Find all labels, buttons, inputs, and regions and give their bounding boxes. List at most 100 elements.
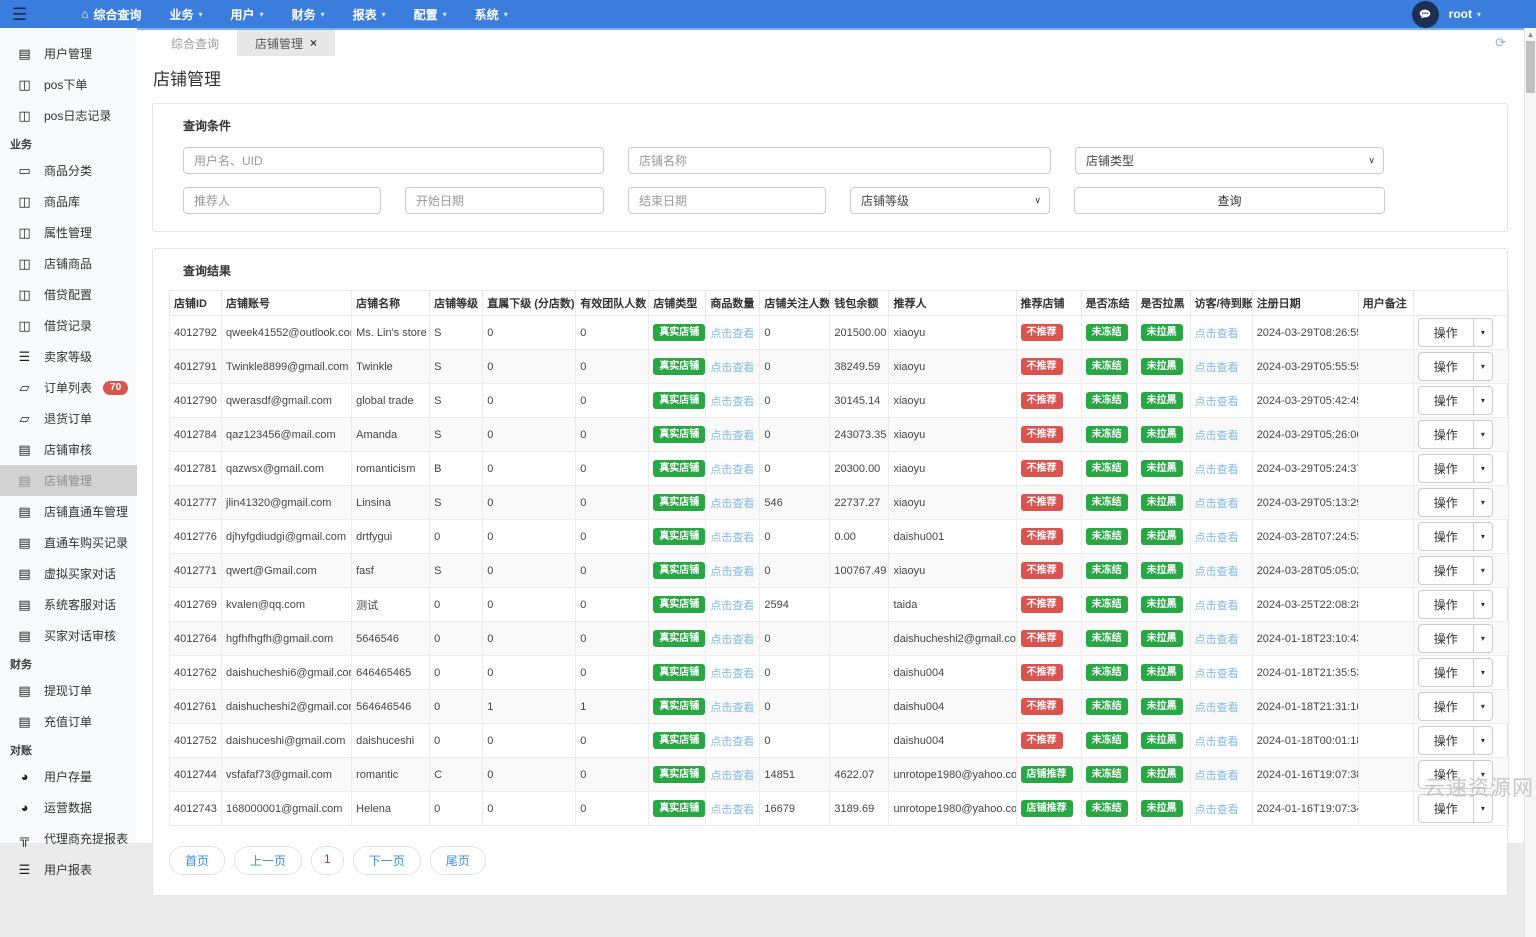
view-visitors-link[interactable]: 点击查看 [1195,770,1239,782]
nav-menu-item[interactable]: 财务 ▾ [278,0,339,28]
sidebar-item[interactable]: ◕ 用户存量 [0,761,137,792]
sidebar-item[interactable]: ▱ 退货订单 [0,403,137,434]
nav-menu-item[interactable]: 用户 ▾ [217,0,278,28]
view-visitors-link[interactable]: 点击查看 [1195,498,1239,510]
view-goods-link[interactable]: 点击查看 [710,498,754,510]
view-goods-link[interactable]: 点击查看 [710,362,754,374]
action-dropdown-button[interactable]: ▾ [1473,386,1493,415]
pagination-button[interactable]: 尾页 [430,846,486,875]
action-button[interactable]: 操作 [1418,488,1474,517]
nav-menu-item[interactable]: 业务 ▾ [156,0,217,28]
sidebar-item[interactable]: ◫ 借贷记录 [0,310,137,341]
pagination-button[interactable]: 上一页 [234,846,302,875]
content-tab[interactable]: 综合查询 [153,30,237,56]
view-visitors-link[interactable]: 点击查看 [1195,532,1239,544]
nav-menu-item[interactable]: 报表 ▾ [339,0,400,28]
sidebar-item[interactable]: ▤ 系统客服对话 [0,589,137,620]
nav-menu-item[interactable]: ⌂ 综合查询 [67,0,155,28]
action-dropdown-button[interactable]: ▾ [1473,692,1493,721]
view-visitors-link[interactable]: 点击查看 [1195,600,1239,612]
view-visitors-link[interactable]: 点击查看 [1195,668,1239,680]
sidebar-item[interactable]: ☰ 卖家等级 [0,341,137,372]
action-button[interactable]: 操作 [1418,386,1474,415]
username-uid-input[interactable] [183,147,604,174]
sidebar-item[interactable]: ◫ pos下单 [0,69,137,100]
view-goods-link[interactable]: 点击查看 [710,702,754,714]
action-button[interactable]: 操作 [1418,454,1474,483]
action-button[interactable]: 操作 [1418,726,1474,755]
action-dropdown-button[interactable]: ▾ [1473,556,1493,585]
action-dropdown-button[interactable]: ▾ [1473,590,1493,619]
sidebar-item[interactable]: ◫ 商品库 [0,186,137,217]
action-dropdown-button[interactable]: ▾ [1473,658,1493,687]
view-visitors-link[interactable]: 点击查看 [1195,362,1239,374]
view-visitors-link[interactable]: 点击查看 [1195,328,1239,340]
sidebar-item[interactable]: ▭ 商品分类 [0,155,137,186]
end-date-input[interactable] [628,187,826,214]
view-goods-link[interactable]: 点击查看 [710,736,754,748]
view-goods-link[interactable]: 点击查看 [710,600,754,612]
view-goods-link[interactable]: 点击查看 [710,634,754,646]
view-goods-link[interactable]: 点击查看 [710,566,754,578]
action-button[interactable]: 操作 [1418,556,1474,585]
pagination-button[interactable]: 首页 [169,846,225,875]
view-visitors-link[interactable]: 点击查看 [1195,634,1239,646]
sidebar-item[interactable]: ◫ pos日志记录 [0,100,137,131]
action-dropdown-button[interactable]: ▾ [1473,420,1493,449]
view-goods-link[interactable]: 点击查看 [710,396,754,408]
action-dropdown-button[interactable]: ▾ [1473,352,1493,381]
action-button[interactable]: 操作 [1418,590,1474,619]
view-goods-link[interactable]: 点击查看 [710,668,754,680]
view-goods-link[interactable]: 点击查看 [710,770,754,782]
close-icon[interactable]: × [310,36,317,50]
view-goods-link[interactable]: 点击查看 [710,328,754,340]
action-dropdown-button[interactable]: ▾ [1473,522,1493,551]
view-visitors-link[interactable]: 点击查看 [1195,430,1239,442]
action-dropdown-button[interactable]: ▾ [1473,488,1493,517]
sidebar-item[interactable]: ◕ 运营数据 [0,792,137,823]
view-goods-link[interactable]: 点击查看 [710,464,754,476]
view-goods-link[interactable]: 点击查看 [710,430,754,442]
action-button[interactable]: 操作 [1418,692,1474,721]
view-visitors-link[interactable]: 点击查看 [1195,566,1239,578]
sidebar-item[interactable]: 财务 [0,651,137,675]
sidebar-item[interactable]: ▤ 用户管理 [0,38,137,69]
sidebar-item[interactable]: 对账 [0,737,137,761]
sidebar-item[interactable]: ◫ 店铺商品 [0,248,137,279]
hamburger-menu-icon[interactable]: ☰ [12,6,27,23]
sidebar-item[interactable]: ◫ 借贷配置 [0,279,137,310]
sidebar-item[interactable]: ▤ 虚拟买家对话 [0,558,137,589]
view-goods-link[interactable]: 点击查看 [710,532,754,544]
query-button[interactable]: 查询 [1074,187,1385,214]
sidebar-item[interactable]: ▤ 店铺管理 [0,465,137,496]
action-button[interactable]: 操作 [1418,352,1474,381]
sidebar-item[interactable]: ▤ 店铺直通车管理 [0,496,137,527]
nav-menu-item[interactable]: 配置 ▾ [400,0,461,28]
action-button[interactable]: 操作 [1418,522,1474,551]
store-type-select[interactable]: 店铺类型 ∨ [1075,147,1384,174]
sidebar-item[interactable]: ▤ 买家对话审核 [0,620,137,651]
action-button[interactable]: 操作 [1418,658,1474,687]
action-dropdown-button[interactable]: ▾ [1473,454,1493,483]
sidebar-item[interactable]: 业务 [0,131,137,155]
pagination-button[interactable]: 下一页 [353,846,421,875]
view-visitors-link[interactable]: 点击查看 [1195,804,1239,816]
sidebar-item[interactable]: ▤ 直通车购买记录 [0,527,137,558]
sidebar-item[interactable]: ☰ 用户报表 [0,854,137,885]
action-dropdown-button[interactable]: ▾ [1473,318,1493,347]
sidebar-item[interactable]: ◫ 属性管理 [0,217,137,248]
refresh-icon[interactable]: ⟳ [1495,35,1506,51]
sidebar-item[interactable]: ╦ 代理商充提报表 [0,823,137,854]
action-button[interactable]: 操作 [1418,318,1474,347]
sidebar-item[interactable]: ▤ 提现订单 [0,675,137,706]
pagination-button[interactable]: 1 [311,846,344,875]
start-date-input[interactable] [405,187,604,214]
content-tab[interactable]: 店铺管理 × [237,30,335,56]
action-dropdown-button[interactable]: ▾ [1473,726,1493,755]
store-name-input[interactable] [628,147,1051,174]
referrer-input[interactable] [183,187,381,214]
view-visitors-link[interactable]: 点击查看 [1195,464,1239,476]
action-button[interactable]: 操作 [1418,420,1474,449]
sidebar-item[interactable]: ▤ 充值订单 [0,706,137,737]
view-goods-link[interactable]: 点击查看 [710,804,754,816]
